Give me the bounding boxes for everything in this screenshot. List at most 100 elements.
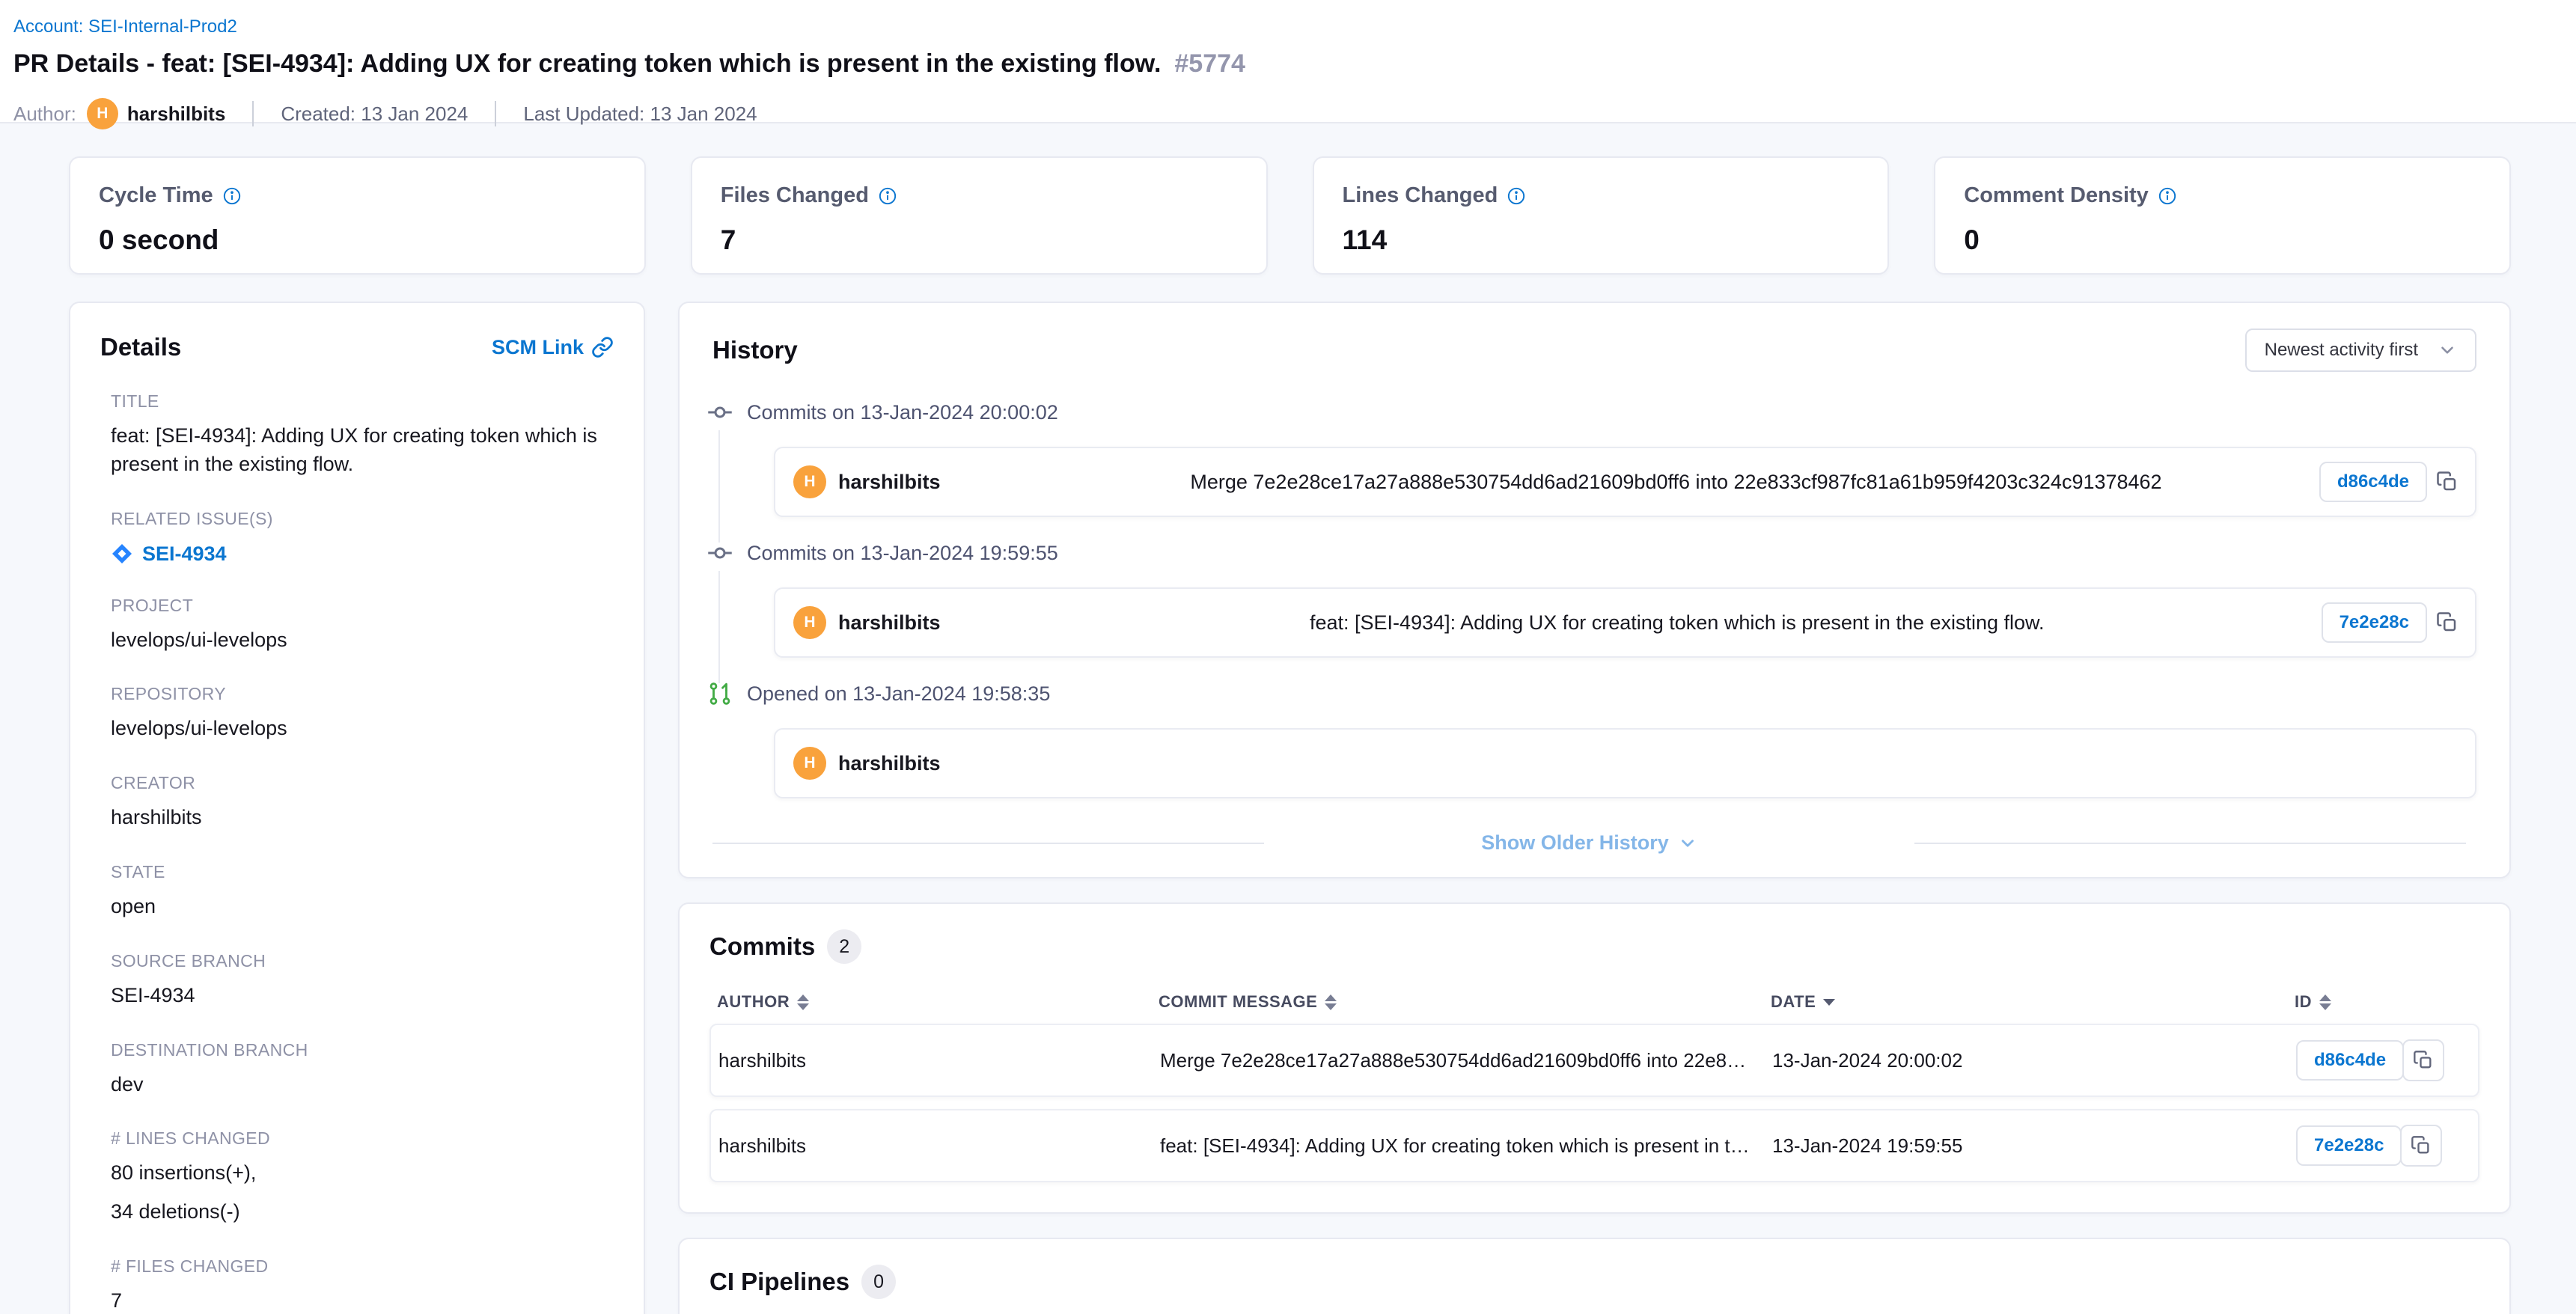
metric-card-comment-density: Comment Density 0 bbox=[1934, 156, 2511, 275]
ci-pipelines-title: CI Pipelines bbox=[709, 1268, 849, 1296]
divider bbox=[252, 101, 254, 126]
empty-state: No Data bbox=[709, 1305, 2479, 1314]
history-sort-value: Newest activity first bbox=[2265, 340, 2418, 361]
commit-message: feat: [SEI-4934]: Adding UX for creating… bbox=[1033, 611, 2322, 635]
info-icon[interactable] bbox=[222, 186, 242, 206]
commit-author-name: harshilbits bbox=[838, 611, 941, 635]
column-label: ID bbox=[2295, 992, 2312, 1012]
detail-field-creator: CREATOR harshilbits bbox=[100, 773, 614, 832]
column-header-commit-message[interactable]: COMMIT MESSAGE bbox=[1159, 992, 1771, 1012]
commits-title: Commits bbox=[709, 932, 815, 961]
metric-label: Comment Density bbox=[1964, 183, 2149, 208]
cell-commit-message: feat: [SEI-4934]: Adding UX for creating… bbox=[1160, 1134, 1772, 1158]
field-value: 80 insertions(+), bbox=[111, 1159, 614, 1188]
copy-icon[interactable] bbox=[2436, 471, 2459, 493]
column-header-date[interactable]: DATE bbox=[1771, 992, 2295, 1012]
created-date: Created: 13 Jan 2024 bbox=[281, 103, 468, 126]
sort-icon bbox=[1325, 994, 1337, 1010]
git-commit-icon bbox=[705, 538, 735, 568]
info-icon[interactable] bbox=[878, 186, 897, 206]
pr-number: #5774 bbox=[1174, 49, 1245, 79]
details-title: Details bbox=[100, 333, 181, 361]
column-label: DATE bbox=[1771, 992, 1816, 1012]
timeline-connector bbox=[718, 430, 720, 543]
column-label: COMMIT MESSAGE bbox=[1159, 992, 1317, 1012]
copy-icon[interactable] bbox=[2402, 1039, 2444, 1081]
sort-icon bbox=[797, 994, 809, 1010]
metric-card-cycle-time: Cycle Time 0 second bbox=[69, 156, 646, 275]
detail-field-related-issues: RELATED ISSUE(S) SEI-4934 bbox=[100, 509, 614, 566]
details-panel: Details SCM Link TITLE feat: [SEI-4934]:… bbox=[69, 302, 645, 1314]
detail-field-source-branch: SOURCE BRANCH SEI-4934 bbox=[100, 951, 614, 1010]
sort-desc-icon bbox=[1823, 999, 1835, 1006]
cell-date: 13-Jan-2024 19:59:55 bbox=[1772, 1134, 2296, 1158]
page-title: PR Details - feat: [SEI-4934]: Adding UX… bbox=[13, 49, 1161, 79]
pr-author-name: harshilbits bbox=[838, 752, 941, 775]
metric-label: Files Changed bbox=[721, 183, 869, 208]
chevron-down-icon bbox=[1678, 834, 1697, 853]
history-event-commit-2: Commits on 13-Jan-2024 19:59:55 H harshi… bbox=[702, 538, 2476, 658]
field-label: SOURCE BRANCH bbox=[111, 951, 614, 971]
cell-date: 13-Jan-2024 20:00:02 bbox=[1772, 1049, 2296, 1072]
commit-author-avatar: H bbox=[793, 465, 826, 498]
author-avatar: H bbox=[87, 98, 118, 129]
info-icon[interactable] bbox=[1507, 186, 1526, 206]
detail-field-repository: REPOSITORY levelops/ui-levelops bbox=[100, 684, 614, 743]
field-label: STATE bbox=[111, 862, 614, 882]
field-value: 34 deletions(-) bbox=[111, 1198, 614, 1226]
column-header-author[interactable]: AUTHOR bbox=[717, 992, 1159, 1012]
history-commit-row: H harshilbits feat: [SEI-4934]: Adding U… bbox=[774, 587, 2476, 658]
page-content: Cycle Time 0 second Files Changed 7 Line… bbox=[0, 123, 2576, 1314]
history-event-opened: Opened on 13-Jan-2024 19:58:35 H harshil… bbox=[702, 679, 2476, 798]
metric-value: 0 second bbox=[99, 224, 616, 256]
detail-field-lines-changed: # LINES CHANGED 80 insertions(+), 34 del… bbox=[100, 1128, 614, 1226]
history-event-heading: Opened on 13-Jan-2024 19:58:35 bbox=[747, 679, 2476, 709]
info-icon[interactable] bbox=[2158, 186, 2177, 206]
metric-card-files-changed: Files Changed 7 bbox=[691, 156, 1268, 275]
ci-pipelines-panel: CI Pipelines 0 No Data bbox=[678, 1238, 2511, 1314]
chevron-down-icon bbox=[2438, 340, 2457, 360]
field-label: TITLE bbox=[111, 391, 614, 412]
timeline-connector bbox=[718, 571, 720, 683]
table-row: harshilbits Merge 7e2e28ce17a27a888e5307… bbox=[709, 1024, 2479, 1097]
metric-value: 0 bbox=[1964, 224, 2481, 256]
metric-label: Lines Changed bbox=[1343, 183, 1498, 208]
field-label: PROJECT bbox=[111, 596, 614, 616]
history-timeline: Commits on 13-Jan-2024 20:00:02 H harshi… bbox=[702, 397, 2476, 798]
commit-hash-chip[interactable]: 7e2e28c bbox=[2322, 602, 2427, 643]
metric-value: 114 bbox=[1343, 224, 1860, 256]
issue-diamond-icon bbox=[111, 543, 133, 565]
metrics-row: Cycle Time 0 second Files Changed 7 Line… bbox=[69, 156, 2511, 275]
history-event-heading: Commits on 13-Jan-2024 19:59:55 bbox=[747, 538, 2476, 568]
copy-icon[interactable] bbox=[2400, 1125, 2442, 1167]
commit-hash-chip[interactable]: d86c4de bbox=[2319, 462, 2427, 502]
field-value: SEI-4934 bbox=[111, 982, 614, 1010]
commit-author-name: harshilbits bbox=[838, 471, 941, 494]
field-value: dev bbox=[111, 1071, 614, 1099]
commit-message: Merge 7e2e28ce17a27a888e530754dd6ad21609… bbox=[1033, 471, 2319, 494]
history-sort-dropdown[interactable]: Newest activity first bbox=[2245, 328, 2476, 372]
commit-hash-chip[interactable]: 7e2e28c bbox=[2296, 1125, 2402, 1166]
history-commit-row: H harshilbits Merge 7e2e28ce17a27a888e53… bbox=[774, 447, 2476, 517]
column-header-id[interactable]: ID bbox=[2295, 992, 2472, 1012]
divider bbox=[712, 843, 1264, 844]
commit-author-avatar: H bbox=[793, 606, 826, 639]
copy-icon[interactable] bbox=[2436, 611, 2459, 634]
scm-link[interactable]: SCM Link bbox=[492, 336, 614, 359]
cell-id: d86c4de bbox=[2296, 1039, 2470, 1081]
git-commit-icon bbox=[705, 397, 735, 427]
field-label: RELATED ISSUE(S) bbox=[111, 509, 614, 529]
field-value: feat: [SEI-4934]: Adding UX for creating… bbox=[111, 422, 614, 479]
scm-link-label: SCM Link bbox=[492, 336, 584, 359]
show-older-history-button[interactable]: Show Older History bbox=[1481, 831, 1697, 855]
commit-hash-chip[interactable]: d86c4de bbox=[2296, 1040, 2404, 1081]
account-breadcrumb-link[interactable]: Account: SEI-Internal-Prod2 bbox=[13, 16, 237, 37]
history-event-commit-1: Commits on 13-Jan-2024 20:00:02 H harshi… bbox=[702, 397, 2476, 517]
commits-table-header: AUTHOR COMMIT MESSAGE DATE ID bbox=[709, 992, 2479, 1012]
page-header: Account: SEI-Internal-Prod2 PR Details -… bbox=[0, 0, 2576, 123]
field-label: DESTINATION BRANCH bbox=[111, 1040, 614, 1060]
field-value: levelops/ui-levelops bbox=[111, 626, 614, 655]
detail-field-title: TITLE feat: [SEI-4934]: Adding UX for cr… bbox=[100, 391, 614, 479]
history-opened-row: H harshilbits bbox=[774, 728, 2476, 798]
related-issue-link[interactable]: SEI-4934 bbox=[111, 543, 614, 566]
